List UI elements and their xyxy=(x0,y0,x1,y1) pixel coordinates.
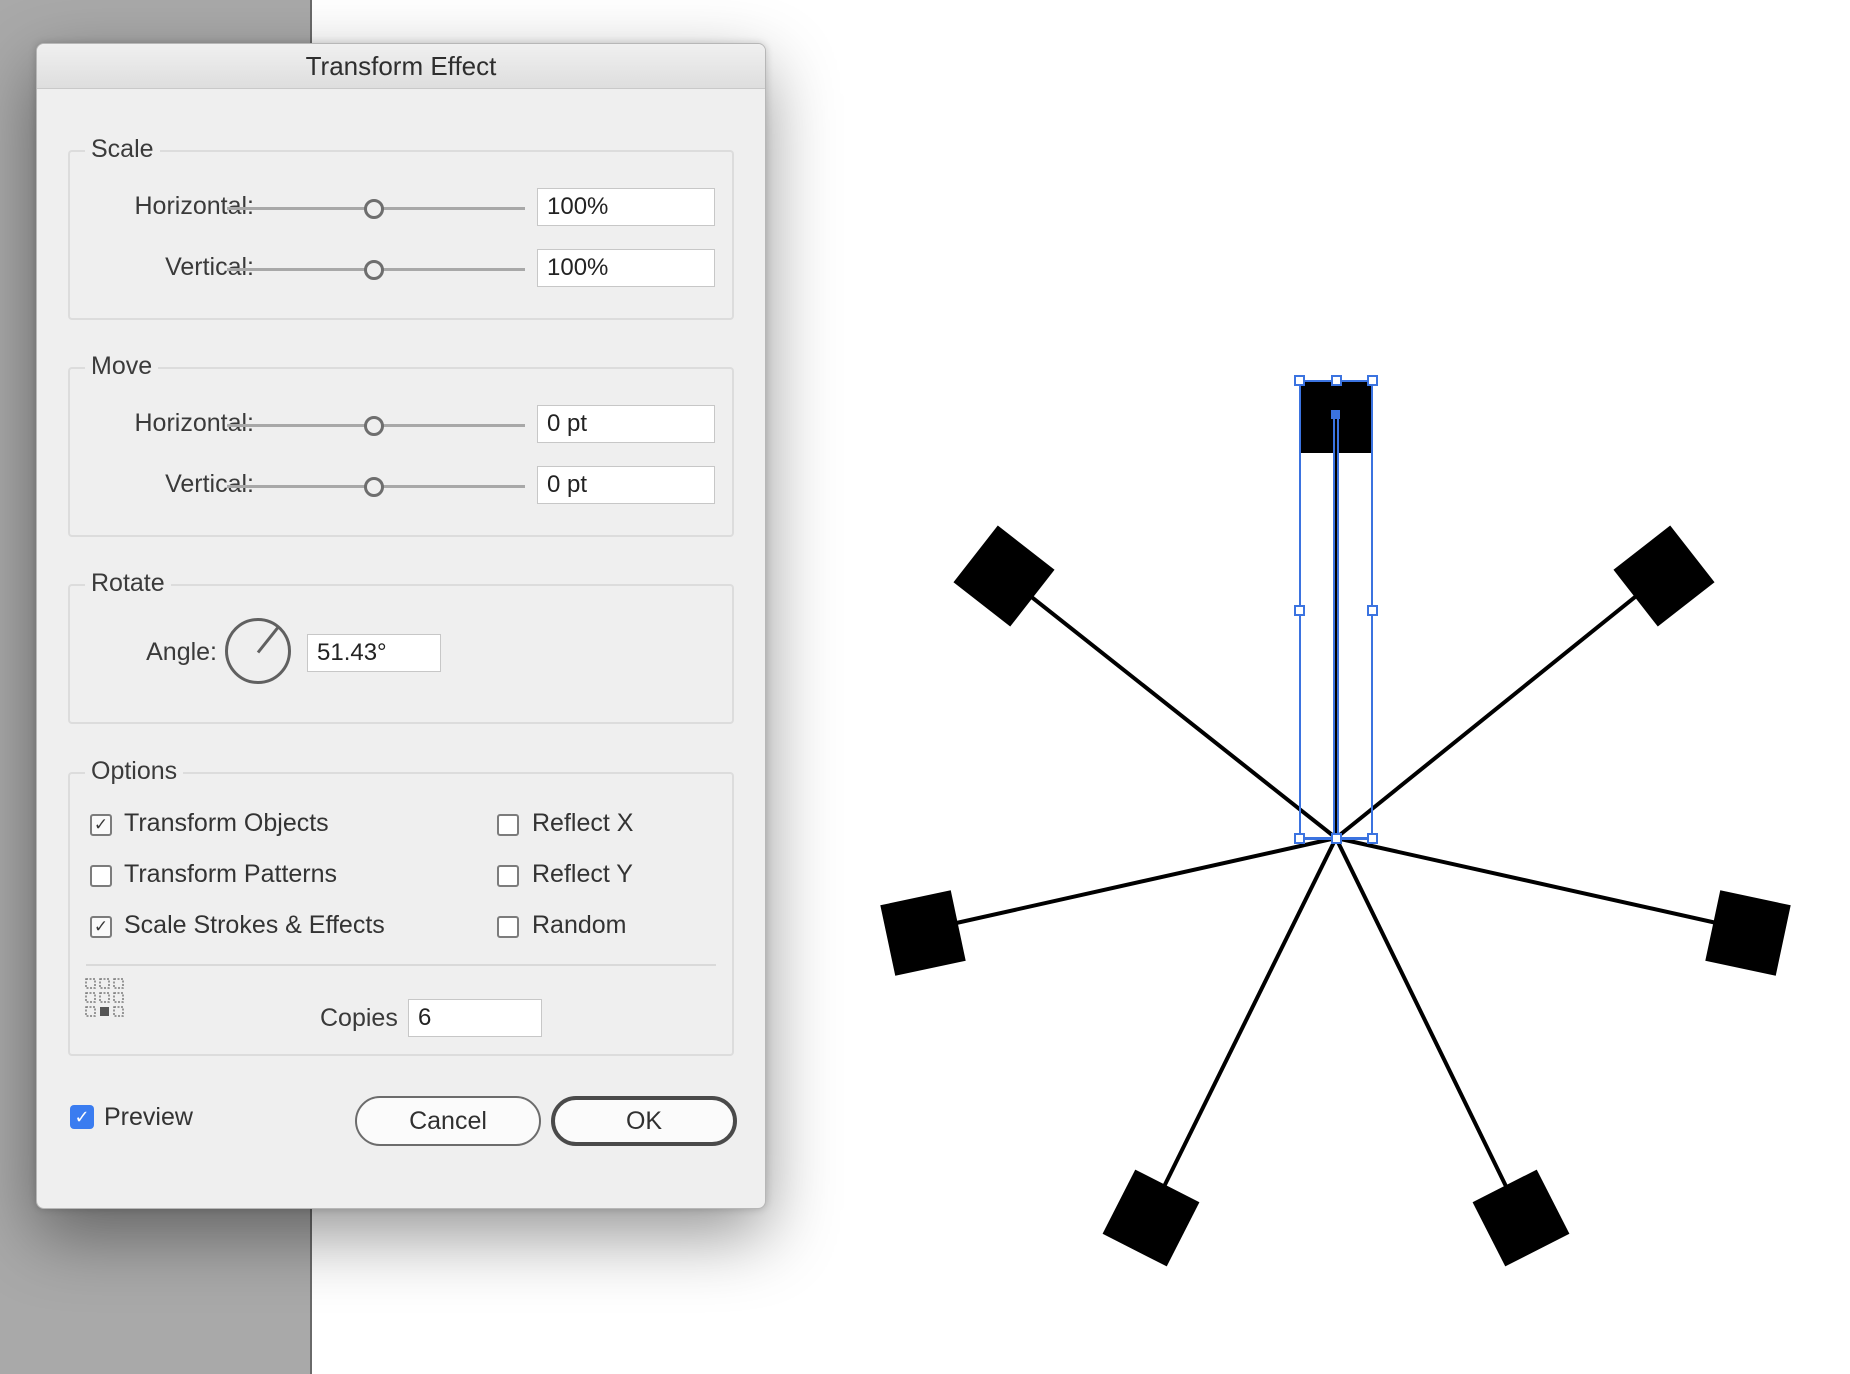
square-shape-6[interactable] xyxy=(1472,1169,1570,1267)
scale-horizontal-slider-knob[interactable] xyxy=(364,199,384,219)
scale-group xyxy=(68,150,734,320)
preview-label: Preview xyxy=(104,1103,193,1131)
move-group xyxy=(68,367,734,537)
handle-top-left[interactable] xyxy=(1294,375,1305,386)
reflect-x-label: Reflect X xyxy=(532,809,634,837)
square-shape-3[interactable] xyxy=(880,890,966,976)
handle-middle-left[interactable] xyxy=(1294,605,1305,616)
move-vertical-slider-knob[interactable] xyxy=(364,477,384,497)
square-shape-1[interactable] xyxy=(953,525,1055,627)
angle-dial-icon[interactable] xyxy=(225,618,291,684)
move-horizontal-slider-knob[interactable] xyxy=(364,416,384,436)
transform-patterns-label: Transform Patterns xyxy=(124,860,338,888)
options-legend: Options xyxy=(85,756,184,786)
handle-top-center[interactable] xyxy=(1331,375,1342,386)
handle-bottom-left[interactable] xyxy=(1294,833,1305,844)
reflect-y-label: Reflect Y xyxy=(532,860,633,888)
radial-pattern-artwork[interactable] xyxy=(924,420,1749,1216)
stem-line-6 xyxy=(1334,837,1522,1216)
stem-line-4 xyxy=(1335,836,1749,932)
preview-checkbox[interactable]: ✓ xyxy=(70,1105,94,1129)
transform-effect-dialog: Transform Effect Scale Horizontal: 100% … xyxy=(36,43,766,1209)
square-shape-4[interactable] xyxy=(1705,890,1791,976)
scale-vertical-label: Vertical: xyxy=(165,253,254,281)
move-legend: Move xyxy=(85,351,159,381)
copies-field[interactable]: 6 xyxy=(408,999,542,1037)
scale-vertical-field[interactable]: 100% xyxy=(537,249,715,287)
random-label: Random xyxy=(532,911,627,939)
reflect-y-checkbox[interactable] xyxy=(497,865,519,887)
square-shape-2[interactable] xyxy=(1613,525,1715,627)
scale-strokes-label: Scale Strokes & Effects xyxy=(124,911,385,939)
scale-vertical-slider-knob[interactable] xyxy=(364,260,384,280)
reflect-x-checkbox[interactable] xyxy=(497,814,519,836)
options-divider xyxy=(86,964,716,966)
handle-top-right[interactable] xyxy=(1367,375,1378,386)
move-vertical-label: Vertical: xyxy=(165,470,254,498)
rotate-angle-field[interactable]: 51.43° xyxy=(307,634,441,672)
stem-line-5 xyxy=(1148,837,1338,1216)
move-vertical-field[interactable]: 0 pt xyxy=(537,466,715,504)
handle-middle-right[interactable] xyxy=(1367,605,1378,616)
rotate-angle-label: Angle: xyxy=(146,638,217,666)
scale-horizontal-label: Horizontal: xyxy=(134,192,255,220)
scale-horizontal-field[interactable]: 100% xyxy=(537,188,715,226)
rotate-legend: Rotate xyxy=(85,568,171,598)
random-checkbox[interactable] xyxy=(497,916,519,938)
copies-label: Copies xyxy=(320,1004,398,1032)
center-point-handle[interactable] xyxy=(1331,410,1340,419)
move-horizontal-field[interactable]: 0 pt xyxy=(537,405,715,443)
transform-objects-checkbox[interactable]: ✓ xyxy=(90,814,112,836)
transform-patterns-checkbox[interactable] xyxy=(90,865,112,887)
ok-button[interactable]: OK xyxy=(551,1096,737,1146)
dialog-title: Transform Effect xyxy=(37,44,765,89)
angle-dial-needle xyxy=(256,626,280,654)
scale-strokes-checkbox[interactable]: ✓ xyxy=(90,916,112,938)
reference-point-grid-icon[interactable] xyxy=(85,978,125,1018)
square-shape-5[interactable] xyxy=(1102,1169,1200,1267)
transform-objects-label: Transform Objects xyxy=(124,809,329,837)
cancel-button[interactable]: Cancel xyxy=(355,1096,541,1146)
move-horizontal-label: Horizontal: xyxy=(134,409,255,437)
stem-line-3 xyxy=(924,836,1337,932)
stem-line-1 xyxy=(998,570,1338,840)
scale-legend: Scale xyxy=(85,134,160,164)
handle-bottom-right[interactable] xyxy=(1367,833,1378,844)
handle-bottom-center[interactable] xyxy=(1331,833,1342,844)
stem-line-2 xyxy=(1334,570,1668,840)
